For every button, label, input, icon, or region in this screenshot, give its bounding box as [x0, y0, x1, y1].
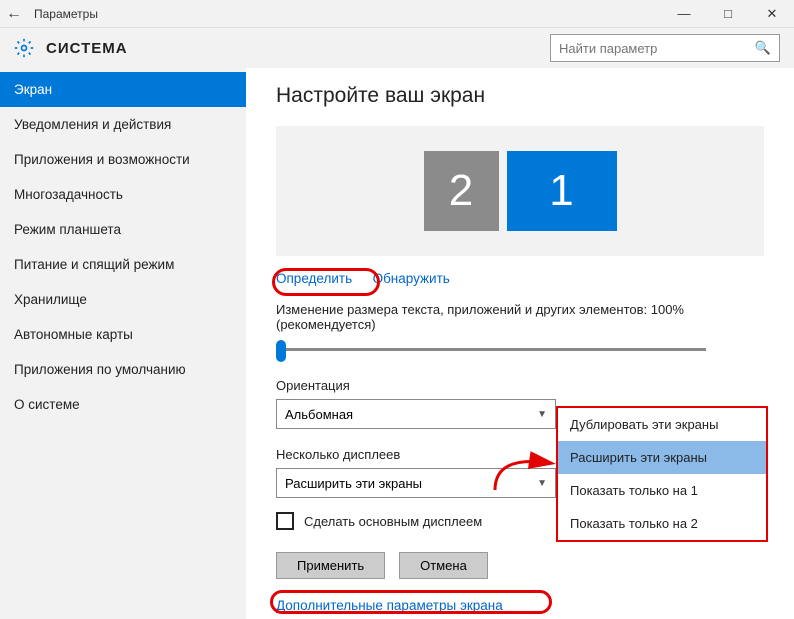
header-title: СИСТЕМА	[46, 40, 128, 57]
sidebar-item-apps[interactable]: Приложения и возможности	[0, 142, 246, 177]
search-input[interactable]	[559, 41, 755, 56]
header: СИСТЕМА 🔍	[0, 28, 794, 68]
sidebar-item-multitasking[interactable]: Многозадачность	[0, 177, 246, 212]
sidebar-item-power[interactable]: Питание и спящий режим	[0, 247, 246, 282]
orientation-combo[interactable]: Альбомная ▼	[276, 399, 556, 429]
cancel-button[interactable]: Отмена	[399, 552, 488, 579]
page-title: Настройте ваш экран	[276, 84, 764, 108]
multi-display-value: Расширить эти экраны	[285, 476, 422, 491]
close-button[interactable]: ✕	[750, 0, 794, 28]
multi-display-combo[interactable]: Расширить эти экраны ▼	[276, 468, 556, 498]
titlebar: ← Параметры — □ ✕	[0, 0, 794, 28]
primary-display-row[interactable]: Сделать основным дисплеем	[276, 512, 764, 530]
scale-section: Изменение размера текста, приложений и д…	[276, 302, 764, 362]
identify-link[interactable]: Определить	[276, 271, 352, 286]
sidebar-item-notifications[interactable]: Уведомления и действия	[0, 107, 246, 142]
slider-track	[276, 348, 706, 351]
display-arrangement[interactable]: 2 1	[276, 126, 764, 256]
monitor-1[interactable]: 1	[507, 151, 617, 231]
advanced-settings-link[interactable]: Дополнительные параметры экрана	[276, 598, 503, 613]
sidebar-item-about[interactable]: О системе	[0, 387, 246, 422]
multi-display-label: Несколько дисплеев	[276, 447, 764, 462]
chevron-down-icon: ▼	[537, 478, 547, 489]
sidebar-item-maps[interactable]: Автономные карты	[0, 317, 246, 352]
detect-link[interactable]: Обнаружить	[373, 271, 450, 286]
gear-icon	[14, 38, 34, 58]
action-buttons: Применить Отмена	[276, 552, 764, 579]
orientation-label: Ориентация	[276, 378, 764, 393]
slider-thumb[interactable]	[276, 340, 286, 362]
scale-label: Изменение размера текста, приложений и д…	[276, 302, 764, 332]
back-button[interactable]: ←	[0, 0, 28, 28]
chevron-down-icon: ▼	[537, 409, 547, 420]
window-title: Параметры	[34, 7, 98, 21]
monitor-2[interactable]: 2	[424, 151, 499, 231]
content: Настройте ваш экран 2 1 Определить Обнар…	[246, 68, 794, 619]
sidebar-item-storage[interactable]: Хранилище	[0, 282, 246, 317]
maximize-button[interactable]: □	[706, 0, 750, 28]
search-icon: 🔍	[755, 40, 771, 56]
display-actions: Определить Обнаружить	[276, 270, 764, 288]
primary-display-checkbox[interactable]	[276, 512, 294, 530]
orientation-value: Альбомная	[285, 407, 353, 422]
minimize-button[interactable]: —	[662, 0, 706, 28]
sidebar-item-display[interactable]: Экран	[0, 72, 246, 107]
sidebar-item-default-apps[interactable]: Приложения по умолчанию	[0, 352, 246, 387]
sidebar: Экран Уведомления и действия Приложения …	[0, 68, 246, 619]
sidebar-item-tablet[interactable]: Режим планшета	[0, 212, 246, 247]
scale-slider[interactable]	[276, 338, 706, 362]
window-controls: — □ ✕	[662, 0, 794, 28]
primary-display-label: Сделать основным дисплеем	[304, 514, 482, 529]
apply-button[interactable]: Применить	[276, 552, 385, 579]
search-box[interactable]: 🔍	[550, 34, 780, 62]
